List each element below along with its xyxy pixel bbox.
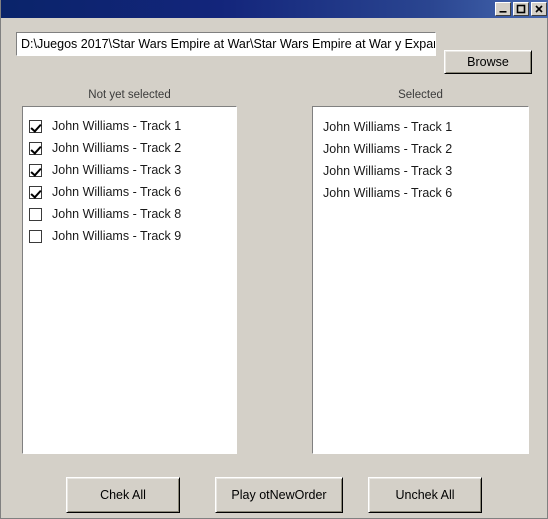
list-item[interactable]: John Williams - Track 8 bbox=[23, 203, 236, 225]
close-button[interactable] bbox=[531, 2, 547, 16]
checkbox-checked-icon[interactable] bbox=[29, 119, 42, 133]
list-item-label: John Williams - Track 2 bbox=[52, 141, 182, 155]
checkbox-checked-icon[interactable] bbox=[29, 185, 42, 199]
list-item[interactable]: John Williams - Track 6 bbox=[23, 181, 236, 203]
list-item-label: John Williams - Track 9 bbox=[52, 229, 182, 243]
close-icon bbox=[535, 5, 543, 13]
list-item[interactable]: John Williams - Track 1 bbox=[313, 116, 528, 138]
list-item[interactable]: John Williams - Track 3 bbox=[23, 159, 236, 181]
uncheck-all-button[interactable]: Unchek All bbox=[368, 477, 482, 513]
application-window: D:\Juegos 2017\Star Wars Empire at War\S… bbox=[0, 0, 548, 519]
list-item-label: John Williams - Track 1 bbox=[323, 120, 453, 134]
check-all-button[interactable]: Chek All bbox=[66, 477, 180, 513]
list-item-label: John Williams - Track 6 bbox=[323, 186, 453, 200]
minimize-button[interactable] bbox=[495, 2, 511, 16]
not-yet-selected-label: Not yet selected bbox=[88, 89, 171, 101]
list-item[interactable]: John Williams - Track 6 bbox=[313, 182, 528, 204]
list-item[interactable]: John Williams - Track 3 bbox=[313, 160, 528, 182]
list-item[interactable]: John Williams - Track 9 bbox=[23, 225, 236, 247]
list-item-label: John Williams - Track 3 bbox=[52, 163, 182, 177]
play-new-order-button[interactable]: Play otNewOrder bbox=[215, 477, 343, 513]
list-item-label: John Williams - Track 2 bbox=[323, 142, 453, 156]
maximize-button[interactable] bbox=[513, 2, 529, 16]
list-item[interactable]: John Williams - Track 2 bbox=[23, 137, 236, 159]
list-item-label: John Williams - Track 8 bbox=[52, 207, 182, 221]
checkbox-unchecked-icon[interactable] bbox=[29, 229, 42, 243]
minimize-icon bbox=[499, 11, 507, 13]
maximize-icon bbox=[516, 4, 526, 14]
list-item-label: John Williams - Track 3 bbox=[323, 164, 453, 178]
title-bar bbox=[1, 0, 548, 18]
checkbox-unchecked-icon[interactable] bbox=[29, 207, 42, 221]
path-input[interactable]: D:\Juegos 2017\Star Wars Empire at War\S… bbox=[16, 32, 436, 56]
list-item-label: John Williams - Track 6 bbox=[52, 185, 182, 199]
client-area: D:\Juegos 2017\Star Wars Empire at War\S… bbox=[2, 19, 546, 517]
list-item-label: John Williams - Track 1 bbox=[52, 119, 182, 133]
list-item[interactable]: John Williams - Track 2 bbox=[313, 138, 528, 160]
checkbox-checked-icon[interactable] bbox=[29, 141, 42, 155]
browse-button[interactable]: Browse bbox=[444, 50, 532, 74]
checkbox-checked-icon[interactable] bbox=[29, 163, 42, 177]
list-item[interactable]: John Williams - Track 1 bbox=[23, 115, 236, 137]
selected-list[interactable]: John Williams - Track 1 John Williams - T… bbox=[312, 106, 529, 454]
not-yet-selected-list[interactable]: John Williams - Track 1 John Williams - T… bbox=[22, 106, 237, 454]
selected-label: Selected bbox=[398, 89, 443, 101]
